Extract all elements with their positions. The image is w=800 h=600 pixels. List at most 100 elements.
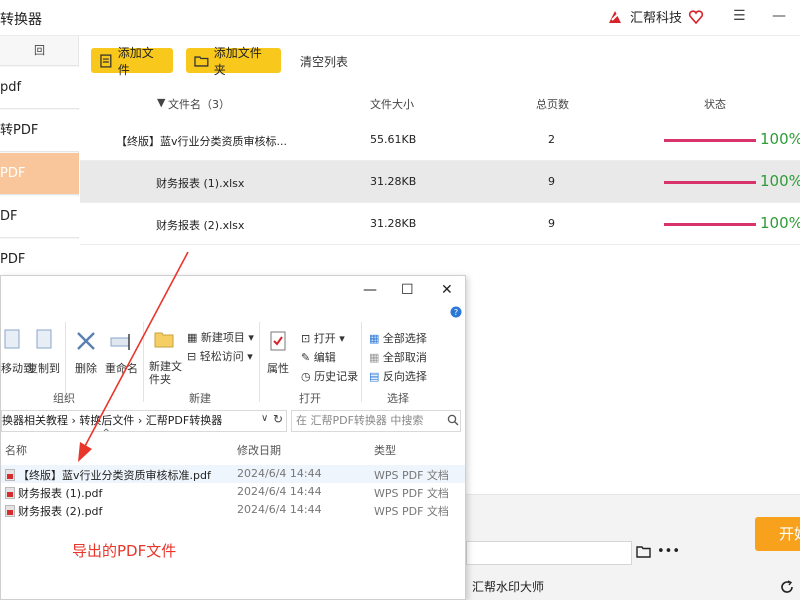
pdf-file-icon: [5, 487, 15, 499]
add-file-label: 添加文件: [117, 45, 154, 77]
delete-label[interactable]: 删除: [75, 360, 97, 376]
select-none-label: 全部取消: [382, 351, 427, 364]
add-folder-label: 添加文件夹: [213, 45, 262, 77]
table-row[interactable]: 【终版】蓝v行业分类资质审核标... 55.61KB 2 100%: [80, 119, 800, 161]
select-all-icon: ▦: [369, 332, 380, 345]
file-date: 2024/6/4 14:44: [237, 467, 322, 480]
open-label: 打开: [313, 332, 336, 345]
sidebar-home[interactable]: 回: [0, 36, 79, 66]
col-name[interactable]: 名称: [5, 442, 27, 458]
file-type: WPS PDF 文档: [374, 505, 449, 518]
pdf-file-icon: [5, 469, 15, 481]
app-title: 转换器: [0, 12, 42, 28]
col-date[interactable]: 修改日期: [237, 442, 281, 458]
select-all-label: 全部选择: [382, 332, 427, 345]
delete-icon[interactable]: [75, 330, 97, 352]
row-filename: 财务报表 (1).xlsx: [156, 177, 245, 190]
file-icon: [100, 53, 112, 68]
brand: 汇帮科技: [606, 7, 704, 26]
open-folder-icon[interactable]: [636, 545, 652, 559]
row-size: 31.28KB: [370, 217, 417, 230]
row-pages: 9: [548, 217, 555, 230]
sidebar-item-1[interactable]: pdf: [0, 67, 79, 109]
explorer-close-icon[interactable]: ✕: [441, 282, 453, 298]
search-placeholder: 在 汇帮PDF转换器 中搜索: [296, 414, 424, 427]
sidebar-item-4[interactable]: DF: [0, 196, 79, 238]
sort-desc-icon[interactable]: ▼: [157, 96, 165, 109]
new-folder-label[interactable]: 新建文件夹: [149, 360, 183, 386]
group-new-label: 新建: [189, 392, 211, 405]
rename-label[interactable]: 重命名: [105, 360, 138, 376]
properties-icon[interactable]: [269, 330, 289, 352]
explorer-maximize-icon[interactable]: ☐: [401, 282, 414, 298]
add-folder-button[interactable]: 添加文件夹: [186, 46, 281, 77]
file-name: 【终版】蓝v行业分类资质审核标准.pdf: [18, 469, 211, 482]
search-input[interactable]: 在 汇帮PDF转换器 中搜索: [291, 410, 461, 432]
menu-icon[interactable]: ☰: [733, 8, 746, 24]
ribbon-divider: [259, 322, 260, 402]
select-all-button[interactable]: ▦ 全部选择: [369, 330, 427, 346]
explorer-minimize-icon[interactable]: —: [363, 282, 377, 298]
move-to-icon[interactable]: [3, 328, 23, 352]
output-path-input[interactable]: [466, 541, 632, 565]
ribbon-divider: [361, 322, 362, 402]
progress-bar: [664, 223, 756, 226]
edit-button[interactable]: ✎ 编辑: [301, 349, 336, 365]
breadcrumb: 换器相关教程 › 转换后文件 › 汇帮PDF转换器: [2, 414, 223, 427]
select-none-icon: ▦: [369, 351, 380, 364]
file-row[interactable]: 财务报表 (2).pdf 2024/6/4 14:44 WPS PDF 文档: [1, 501, 465, 519]
file-explorer-window: — ☐ ✕ ? 移动到 复制到 删除 重命名 新建文件夹 ▦ 新建项目 ▾ ⊟ …: [0, 275, 466, 600]
copy-to-icon[interactable]: [33, 328, 57, 352]
address-dropdown-icon[interactable]: ∨: [261, 413, 268, 424]
heart-icon[interactable]: [688, 9, 704, 25]
table-row[interactable]: 财务报表 (1).xlsx 31.28KB 9 100%: [80, 161, 800, 203]
row-filename: 【终版】蓝v行业分类资质审核标...: [116, 135, 287, 148]
search-icon[interactable]: [447, 414, 459, 426]
footer-link[interactable]: 汇帮水印大师: [472, 578, 544, 595]
row-size: 55.61KB: [370, 133, 417, 146]
refresh-icon[interactable]: [780, 580, 794, 594]
refresh-address-icon[interactable]: ↻: [273, 412, 283, 426]
new-item-button[interactable]: ▦ 新建项目 ▾: [187, 329, 254, 345]
row-pages: 2: [548, 133, 555, 146]
start-button[interactable]: 开始: [755, 517, 800, 551]
edit-label: 编辑: [313, 351, 336, 364]
more-icon[interactable]: •••: [657, 544, 680, 559]
brand-logo-icon: [609, 10, 621, 23]
group-select-label: 选择: [387, 392, 409, 405]
easy-access-button[interactable]: ⊟ 轻松访问 ▾: [187, 348, 253, 364]
invert-selection-button[interactable]: ▤ 反向选择: [369, 368, 427, 384]
row-status: 100%: [760, 172, 800, 190]
file-date: 2024/6/4 14:44: [237, 503, 322, 516]
history-label: 历史记录: [314, 370, 359, 383]
folder-icon: [194, 55, 209, 67]
help-icon[interactable]: ?: [450, 306, 462, 318]
file-name: 财务报表 (1).pdf: [18, 487, 103, 500]
col-pages: 总页数: [536, 98, 569, 111]
select-none-button[interactable]: ▦ 全部取消: [369, 349, 427, 365]
open-button[interactable]: ⊡ 打开 ▾: [301, 330, 345, 346]
group-organize-label: 组织: [53, 392, 75, 405]
sidebar-item-2[interactable]: 转PDF: [0, 110, 79, 152]
easy-access-label: 轻松访问: [199, 350, 244, 363]
minimize-icon[interactable]: —: [772, 8, 786, 24]
file-row[interactable]: 【终版】蓝v行业分类资质审核标准.pdf 2024/6/4 14:44 WPS …: [1, 465, 465, 483]
col-filename[interactable]: 文件名（3）: [168, 96, 230, 112]
properties-label[interactable]: 属性: [267, 360, 289, 376]
table-header: ▼ 文件名（3） 文件大小 总页数 状态: [80, 88, 800, 116]
ribbon-divider: [143, 322, 144, 402]
new-folder-icon[interactable]: [153, 328, 175, 350]
address-bar[interactable]: 换器相关教程 › 转换后文件 › 汇帮PDF转换器: [1, 410, 287, 432]
col-type[interactable]: 类型: [374, 442, 396, 458]
title-bar: 转换器 汇帮科技 ☰ —: [0, 0, 800, 36]
rename-icon[interactable]: [109, 330, 133, 352]
sidebar-item-active[interactable]: PDF: [0, 153, 79, 195]
file-row[interactable]: 财务报表 (1).pdf 2024/6/4 14:44 WPS PDF 文档: [1, 483, 465, 501]
start-label: 开始: [779, 525, 800, 543]
history-button[interactable]: ◷ 历史记录: [301, 368, 358, 384]
row-filename: 财务报表 (2).xlsx: [156, 219, 245, 232]
copy-to-label[interactable]: 复制到: [27, 360, 60, 376]
table-row[interactable]: 财务报表 (2).xlsx 31.28KB 9 100%: [80, 203, 800, 245]
add-file-button[interactable]: 添加文件: [91, 46, 173, 77]
clear-list-button[interactable]: 清空列表: [300, 53, 348, 70]
